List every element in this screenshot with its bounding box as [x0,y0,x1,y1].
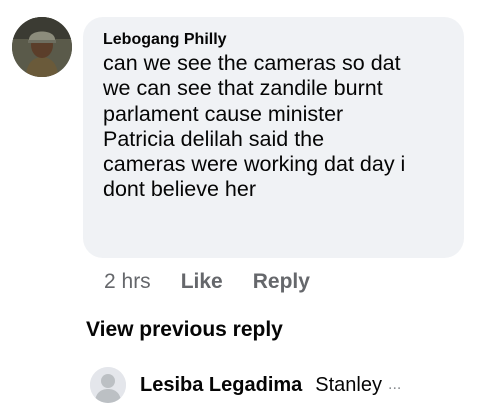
reply-author-name[interactable]: Lesiba Legadima [140,374,302,397]
reply-ellipsis: ... [388,376,402,393]
like-button[interactable]: Like [181,270,223,294]
reply-author-avatar[interactable] [90,367,126,403]
comment-text-line: we can see that zandile burnt [103,76,383,101]
comment-author-name[interactable]: Lebogang Philly [103,30,448,50]
comment-text-line: cameras were working dat day i [103,152,406,177]
reply-snippet: Stanley [315,373,382,396]
view-previous-reply-link[interactable]: View previous reply [86,318,283,342]
comment-text-line: can we see the cameras so dat [103,51,401,75]
comment-actions: 2 hrs Like Reply [104,268,310,296]
comment-author-avatar[interactable] [12,17,72,77]
user-photo-icon [12,17,72,77]
comment-timestamp[interactable]: 2 hrs [104,270,151,294]
comment-bubble: Lebogang Philly can we see the cameras s… [83,17,464,258]
reply-preview[interactable]: Lesiba Legadima Stanley ... [90,366,401,404]
reply-button[interactable]: Reply [253,270,310,294]
default-user-silhouette-icon [90,367,126,403]
comment-text-line: parlament cause minister [103,101,344,126]
comment-text: can we see the cameras so dat we can see… [103,51,448,203]
comment-text-line: dont believe her [103,177,256,202]
comment-text-line: Patricia delilah said the [103,126,325,151]
